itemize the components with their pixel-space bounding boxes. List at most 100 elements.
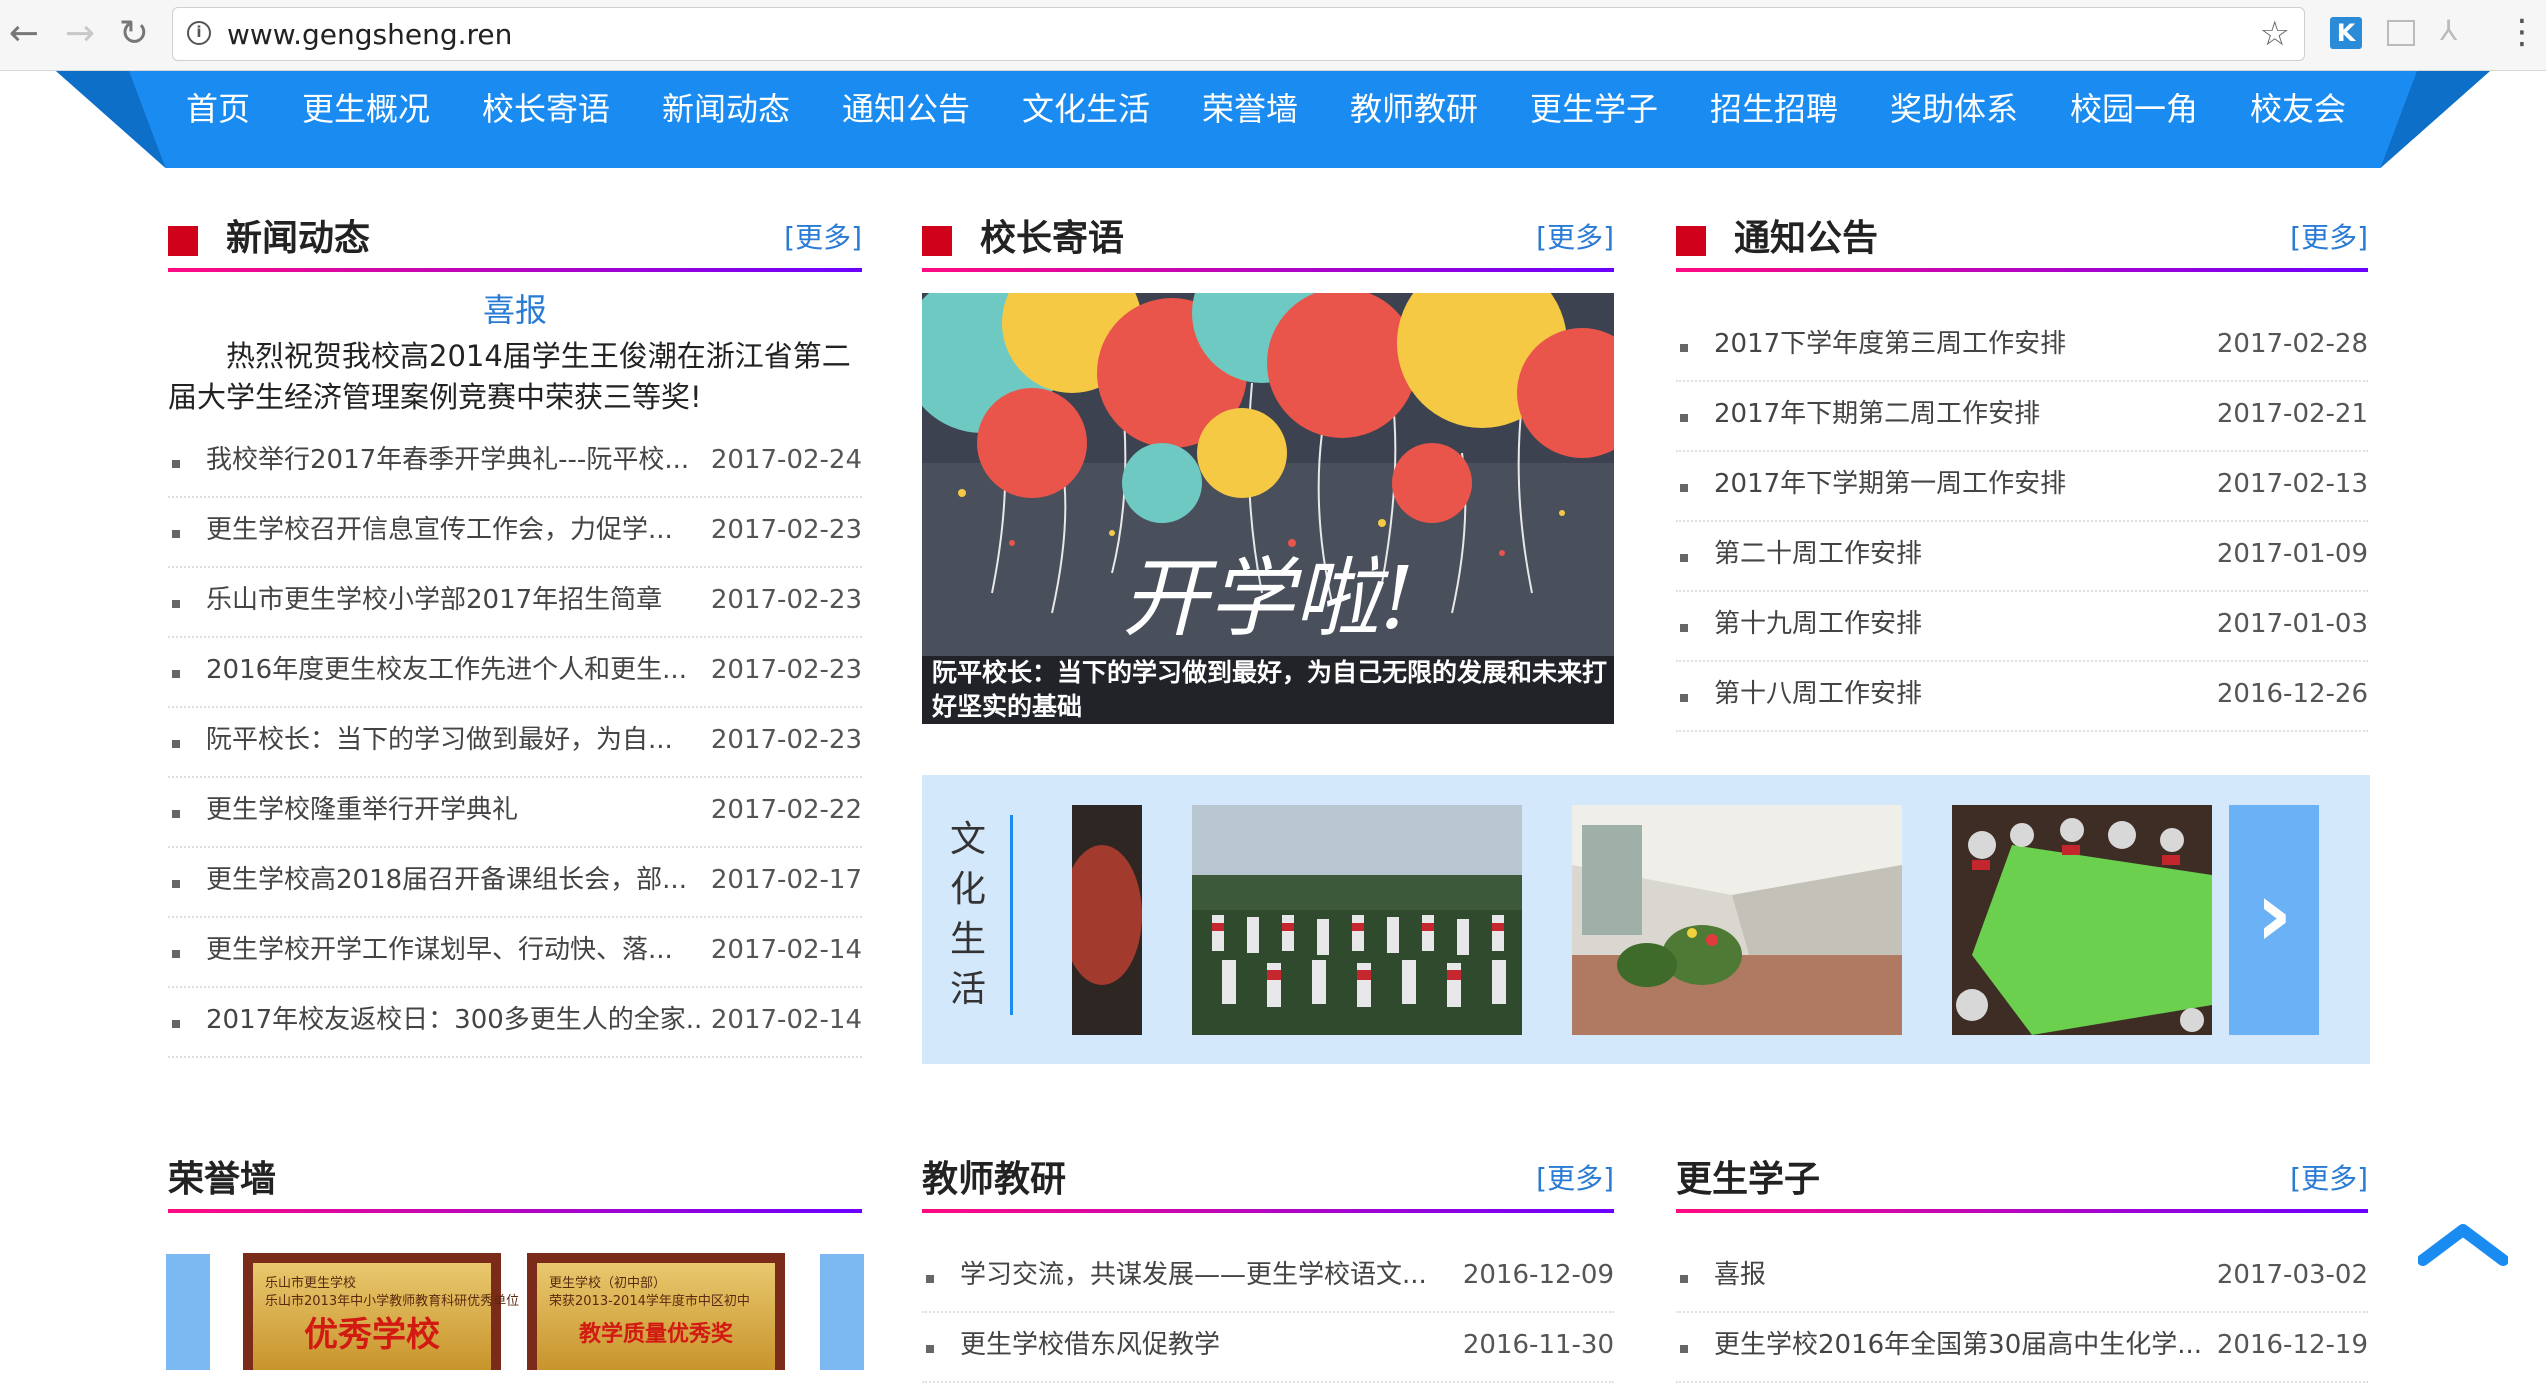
news-section-title: 新闻动态 xyxy=(226,218,371,259)
list-item[interactable]: 喜报 2017-03-02 xyxy=(1676,1243,2368,1313)
item-title[interactable]: 2017年校友返校日：300多更生人的全家.. xyxy=(206,1002,706,1038)
nav-item-overview[interactable]: 更生概况 xyxy=(302,87,430,131)
research-more-link[interactable]: [更多] xyxy=(1536,1159,1614,1199)
item-title[interactable]: 更生学校召开信息宣传工作会，力促学... xyxy=(206,512,706,548)
image-text: 开学啦! xyxy=(1122,549,1415,649)
extension-k-icon[interactable]: K xyxy=(2330,17,2362,49)
culture-photo[interactable] xyxy=(1072,805,1142,1035)
item-title[interactable]: 更生学校隆重举行开学典礼 xyxy=(206,792,706,828)
list-item[interactable]: 乐山市更生学校小学部2017年招生简章 2017-02-23 xyxy=(168,568,862,638)
extension-reader-icon[interactable] xyxy=(2387,20,2415,46)
item-title[interactable]: 更生学校借东风促教学 xyxy=(960,1327,1460,1363)
item-title[interactable]: 2017下学年度第三周工作安排 xyxy=(1714,326,2214,362)
bullet-icon xyxy=(926,1345,934,1353)
culture-photo[interactable] xyxy=(1192,805,1522,1035)
item-title[interactable]: 第十九周工作安排 xyxy=(1714,606,2214,642)
list-item[interactable]: 更生学校高2018届召开备课组长会，部... 2017-02-17 xyxy=(168,848,862,918)
item-title[interactable]: 更生学校开学工作谋划早、行动快、落... xyxy=(206,932,706,968)
list-item[interactable]: 第十九周工作安排 2017-01-03 xyxy=(1676,592,2368,662)
bullet-icon xyxy=(1680,414,1688,422)
carousel-next-button[interactable]: › xyxy=(2229,805,2319,1035)
notice-section-header: 通知公告 [更多] xyxy=(1676,210,2368,272)
students-list: 喜报 2017-03-02 更生学校2016年全国第30届高中生化学... 2016… xyxy=(1676,1243,2368,1383)
list-item[interactable]: 阮平校长：当下的学习做到最好，为自... 2017-02-23 xyxy=(168,708,862,778)
nav-item-news[interactable]: 新闻动态 xyxy=(662,87,790,131)
item-title[interactable]: 我校举行2017年春季开学典礼---阮平校... xyxy=(206,442,706,478)
nav-item-recruit[interactable]: 招生招聘 xyxy=(1710,87,1838,131)
url-text[interactable]: www.gengsheng.ren xyxy=(227,18,512,51)
notice-more-link[interactable]: [更多] xyxy=(2290,218,2368,258)
honor-section-header: 荣誉墙 xyxy=(168,1151,862,1213)
bullet-icon xyxy=(1680,1275,1688,1283)
item-title[interactable]: 第十八周工作安排 xyxy=(1714,676,2214,712)
principal-feature-image[interactable]: 开学啦! 阮平校长：当下的学习做到最好，为自己无限的发展和未来打好坚实的基础 xyxy=(922,293,1614,724)
bullet-icon xyxy=(1680,1345,1688,1353)
forward-arrow-icon[interactable]: → xyxy=(60,14,100,54)
nav-item-campus[interactable]: 校园一角 xyxy=(2070,87,2198,131)
news-highlight-title[interactable]: 喜报 xyxy=(168,288,862,332)
students-more-link[interactable]: [更多] xyxy=(2290,1159,2368,1199)
honor-plaque[interactable]: 乐山市更生学校 乐山市2013年中小学教师教育科研优秀单位 优秀学校 xyxy=(243,1253,519,1370)
nav-item-aid[interactable]: 奖助体系 xyxy=(1890,87,2018,131)
item-date: 2017-02-28 xyxy=(2216,329,2368,359)
browser-menu-icon[interactable]: ⋮ xyxy=(2505,12,2539,52)
honor-next-button[interactable] xyxy=(820,1254,864,1370)
list-item[interactable]: 我校举行2017年春季开学典礼---阮平校... 2017-02-24 xyxy=(168,428,862,498)
bullet-icon xyxy=(172,600,180,608)
list-item[interactable]: 更生学校召开信息宣传工作会，力促学... 2017-02-23 xyxy=(168,498,862,568)
list-item[interactable]: 2017下学年度第三周工作安排 2017-02-28 xyxy=(1676,312,2368,382)
nav-item-principal[interactable]: 校长寄语 xyxy=(482,87,610,131)
item-title[interactable]: 2016年度更生校友工作先进个人和更生... xyxy=(206,652,706,688)
nav-item-culture[interactable]: 文化生活 xyxy=(1022,87,1150,131)
news-highlight-body[interactable]: 热烈祝贺我校高2014届学生王俊潮在浙江省第二届大学生经济管理案例竞赛中荣获三等… xyxy=(168,336,862,418)
site-info-icon[interactable]: i xyxy=(187,21,211,45)
list-item[interactable]: 更生学校开学工作谋划早、行动快、落... 2017-02-14 xyxy=(168,918,862,988)
nav-item-research[interactable]: 教师教研 xyxy=(1350,87,1478,131)
photo-partial xyxy=(1072,805,1142,1035)
culture-title[interactable]: 文 化 生 活 xyxy=(948,815,988,1015)
item-date: 2017-02-22 xyxy=(710,795,862,825)
item-title[interactable]: 乐山市更生学校小学部2017年招生简章 xyxy=(206,582,706,618)
news-more-link[interactable]: [更多] xyxy=(784,218,862,258)
list-item[interactable]: 学习交流，共谋发展——更生学校语文... 2016-12-09 xyxy=(922,1243,1614,1313)
list-item[interactable]: 第二十周工作安排 2017-01-09 xyxy=(1676,522,2368,592)
principal-caption-text[interactable]: 阮平校长：当下的学习做到最好，为自己无限的发展和未来打好坚实的基础 xyxy=(932,656,1607,724)
bookmark-star-icon[interactable]: ☆ xyxy=(2260,14,2290,54)
reload-icon[interactable]: ↻ xyxy=(114,14,154,54)
list-item[interactable]: 2017年下学期第一周工作安排 2017-02-13 xyxy=(1676,452,2368,522)
item-title[interactable]: 第二十周工作安排 xyxy=(1714,536,2214,572)
list-item[interactable]: 第十八周工作安排 2016-12-26 xyxy=(1676,662,2368,732)
culture-photo[interactable] xyxy=(1952,805,2212,1035)
item-title[interactable]: 更生学校2016年全国第30届高中生化学... xyxy=(1714,1327,2214,1363)
item-date: 2017-02-23 xyxy=(710,515,862,545)
principal-more-link[interactable]: [更多] xyxy=(1536,218,1614,258)
list-item[interactable]: 2017年校友返校日：300多更生人的全家.. 2017-02-14 xyxy=(168,988,862,1058)
plaque-big-text: 教学质量优秀奖 xyxy=(578,1322,733,1347)
nav-item-home[interactable]: 首页 xyxy=(186,87,250,131)
list-item[interactable]: 更生学校借东风促教学 2016-11-30 xyxy=(922,1313,1614,1383)
list-item[interactable]: 更生学校隆重举行开学典礼 2017-02-22 xyxy=(168,778,862,848)
extension-tree-icon[interactable]: ⅄ xyxy=(2440,14,2457,47)
scroll-to-top-icon[interactable] xyxy=(2418,1218,2508,1268)
address-bar[interactable]: i www.gengsheng.ren ☆ xyxy=(172,7,2305,61)
item-date: 2017-02-14 xyxy=(710,1005,862,1035)
nav-item-alumni[interactable]: 校友会 xyxy=(2250,87,2346,131)
item-title[interactable]: 更生学校高2018届召开备课组长会，部... xyxy=(206,862,706,898)
item-date: 2017-02-14 xyxy=(710,935,862,965)
list-item[interactable]: 更生学校2016年全国第30届高中生化学... 2016-12-19 xyxy=(1676,1313,2368,1383)
item-title[interactable]: 喜报 xyxy=(1714,1257,2214,1293)
nav-item-notice[interactable]: 通知公告 xyxy=(842,87,970,131)
list-item[interactable]: 2016年度更生校友工作先进个人和更生... 2017-02-23 xyxy=(168,638,862,708)
honor-prev-button[interactable] xyxy=(166,1254,210,1370)
back-arrow-icon[interactable]: ← xyxy=(4,14,44,54)
nav-item-students[interactable]: 更生学子 xyxy=(1530,87,1658,131)
item-title[interactable]: 阮平校长：当下的学习做到最好，为自... xyxy=(206,722,706,758)
research-section-header: 教师教研 [更多] xyxy=(922,1151,1614,1213)
list-item[interactable]: 2017年下期第二周工作安排 2017-02-21 xyxy=(1676,382,2368,452)
item-title[interactable]: 2017年下期第二周工作安排 xyxy=(1714,396,2214,432)
culture-photo[interactable] xyxy=(1572,805,1902,1035)
honor-plaque[interactable]: 更生学校（初中部） 荣获2013-2014学年度市中区初中 教学质量优秀奖 xyxy=(527,1253,785,1370)
item-title[interactable]: 2017年下学期第一周工作安排 xyxy=(1714,466,2214,502)
nav-item-honor[interactable]: 荣誉墙 xyxy=(1202,87,1298,131)
item-title[interactable]: 学习交流，共谋发展——更生学校语文... xyxy=(960,1257,1460,1293)
